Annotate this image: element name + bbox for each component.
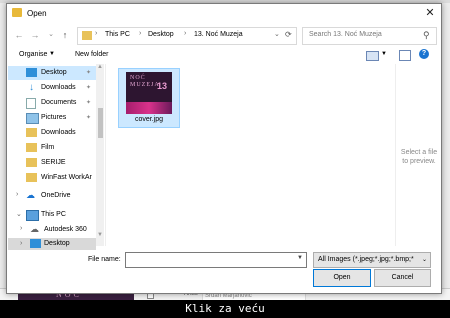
- sidebar-item-label: Autodesk 360: [44, 226, 87, 233]
- breadcrumb-desktop[interactable]: Desktop: [148, 31, 174, 38]
- title-bar: Open ✕: [7, 4, 441, 23]
- sidebar-item-label: Film: [41, 144, 55, 151]
- sidebar-item-serije[interactable]: SERIJE: [8, 156, 96, 170]
- folder-icon: [82, 31, 92, 40]
- desktop-icon: [30, 239, 41, 248]
- document-icon: [26, 98, 36, 109]
- sidebar-item-autodesk[interactable]: › ☁ Autodesk 360: [8, 223, 96, 237]
- pin-icon: ✦: [86, 70, 92, 76]
- scroll-up-icon[interactable]: ▲: [97, 64, 103, 70]
- window-title: Open: [27, 9, 47, 18]
- help-icon[interactable]: ?: [419, 49, 429, 59]
- navigation-pane: Desktop ✦ ↓ Downloads ✦ Documents ✦ Pict…: [8, 64, 105, 250]
- change-view-icon[interactable]: [366, 51, 379, 61]
- expand-chevron-icon[interactable]: ›: [20, 225, 22, 232]
- chevron-down-icon[interactable]: ▼: [297, 255, 303, 261]
- back-arrow-icon[interactable]: ←: [13, 28, 25, 42]
- folder-icon: [26, 143, 37, 152]
- search-placeholder: Search 13. Noć Muzeja: [309, 31, 382, 38]
- sidebar-item-label: OneDrive: [41, 192, 71, 199]
- sidebar-item-label: Pictures: [41, 114, 67, 121]
- download-arrow-icon: ↓: [29, 82, 34, 93]
- file-name-input[interactable]: [125, 252, 307, 268]
- scrollbar-thumb[interactable]: [98, 108, 103, 138]
- sidebar-item-onedrive[interactable]: › ☁ OneDrive: [8, 189, 96, 203]
- folder-icon: [26, 173, 37, 182]
- file-name-label: cover.jpg: [134, 116, 164, 123]
- chevron-down-icon[interactable]: ▼: [49, 51, 55, 57]
- sidebar-item-downloads-folder[interactable]: Downloads: [8, 126, 96, 140]
- pin-icon: ✦: [86, 85, 92, 91]
- preview-pane: Select a file to preview.: [395, 64, 441, 246]
- sidebar-item-pictures[interactable]: Pictures ✦: [8, 111, 96, 125]
- folder-icon: [26, 128, 37, 137]
- breadcrumb-chevron-icon[interactable]: ›: [139, 30, 141, 37]
- open-dialog: Open ✕ ← → ⌄ ↑ › This PC › Desktop › 13.…: [6, 3, 442, 294]
- sidebar-item-label: Documents: [41, 99, 77, 106]
- thumbnail-stripe: [126, 102, 172, 114]
- chevron-down-icon[interactable]: ▼: [381, 51, 387, 57]
- sidebar-item-label: Downloads: [41, 129, 76, 136]
- up-arrow-icon[interactable]: ↑: [59, 28, 71, 42]
- cloud-drive-icon: ☁: [30, 224, 39, 234]
- sidebar-item-this-pc[interactable]: ⌄ This PC: [8, 208, 96, 222]
- pictures-icon: [26, 113, 39, 124]
- breadcrumb-chevron-icon[interactable]: ›: [184, 30, 186, 37]
- pin-icon: ✦: [86, 100, 92, 106]
- sidebar-item-winfast[interactable]: WinFast WorkAr: [8, 171, 96, 185]
- file-item-cover[interactable]: NOĆ MUZEJA 13 cover.jpg: [118, 68, 180, 128]
- command-toolbar: Organise ▼ New folder ▼ ?: [7, 47, 441, 64]
- navigation-bar: ← → ⌄ ↑ › This PC › Desktop › 13. Noć Mu…: [7, 23, 441, 47]
- refresh-icon[interactable]: ⟳: [285, 30, 292, 39]
- sidebar-item-label: This PC: [41, 211, 66, 218]
- sidebar-item-label: Desktop: [41, 69, 67, 76]
- computer-icon: [26, 210, 39, 221]
- sidebar-item-downloads[interactable]: ↓ Downloads ✦: [8, 81, 96, 95]
- thumbnail-number: 13: [157, 81, 168, 91]
- address-bar[interactable]: › This PC › Desktop › 13. Noć Muzeja ⌄ ⟳: [77, 27, 297, 45]
- sidebar-item-label: WinFast WorkAr: [41, 174, 92, 181]
- cloud-icon: ☁: [26, 190, 35, 200]
- chevron-down-icon: ⌄: [422, 257, 428, 263]
- sidebar-item-documents[interactable]: Documents ✦: [8, 96, 96, 110]
- breadcrumb-this-pc[interactable]: This PC: [105, 31, 130, 38]
- sidebar-item-label: Downloads: [41, 84, 76, 91]
- cancel-button[interactable]: Cancel: [374, 269, 431, 287]
- sidebar-item-this-pc-desktop[interactable]: › Desktop: [8, 238, 96, 250]
- file-name-label: File name:: [88, 256, 121, 263]
- search-input[interactable]: Search 13. Noć Muzeja ⚲: [302, 27, 437, 45]
- sidebar-item-label: SERIJE: [41, 159, 66, 166]
- collapse-chevron-icon[interactable]: ⌄: [16, 210, 22, 218]
- forward-arrow-icon[interactable]: →: [29, 28, 41, 42]
- search-icon[interactable]: ⚲: [423, 30, 430, 41]
- pin-icon: ✦: [86, 115, 92, 121]
- expand-chevron-icon[interactable]: ›: [16, 191, 18, 198]
- close-button[interactable]: ✕: [419, 4, 441, 23]
- sidebar-item-film[interactable]: Film: [8, 141, 96, 155]
- sidebar-item-label: Desktop: [44, 240, 70, 247]
- desktop-icon: [26, 68, 37, 77]
- open-button[interactable]: Open: [313, 269, 371, 287]
- image-caption: Klik za veću: [0, 300, 450, 318]
- address-dropdown-icon[interactable]: ⌄: [274, 30, 280, 38]
- new-folder-button[interactable]: New folder: [75, 51, 108, 58]
- preview-pane-icon[interactable]: [399, 50, 411, 61]
- folder-icon: [12, 8, 22, 17]
- expand-chevron-icon[interactable]: ›: [20, 240, 22, 247]
- preview-message: Select a file to preview.: [400, 149, 438, 165]
- recent-locations-chevron-icon[interactable]: ⌄: [45, 28, 57, 42]
- file-list: NOĆ MUZEJA 13 cover.jpg: [105, 64, 396, 246]
- image-thumbnail: NOĆ MUZEJA 13: [126, 72, 172, 114]
- folder-icon: [26, 158, 37, 167]
- organise-button[interactable]: Organise: [19, 51, 47, 58]
- sidebar-item-desktop[interactable]: Desktop ✦: [8, 66, 96, 80]
- sidebar-scrollbar[interactable]: [96, 64, 104, 246]
- file-type-value: All Images (*.jpeg;*.jpg;*.bmp;*: [318, 256, 414, 263]
- scroll-down-icon[interactable]: ▼: [97, 232, 103, 238]
- file-type-select[interactable]: All Images (*.jpeg;*.jpg;*.bmp;* ⌄: [313, 252, 431, 268]
- breadcrumb-current-folder[interactable]: 13. Noć Muzeja: [194, 31, 243, 38]
- breadcrumb-chevron-icon[interactable]: ›: [95, 30, 97, 37]
